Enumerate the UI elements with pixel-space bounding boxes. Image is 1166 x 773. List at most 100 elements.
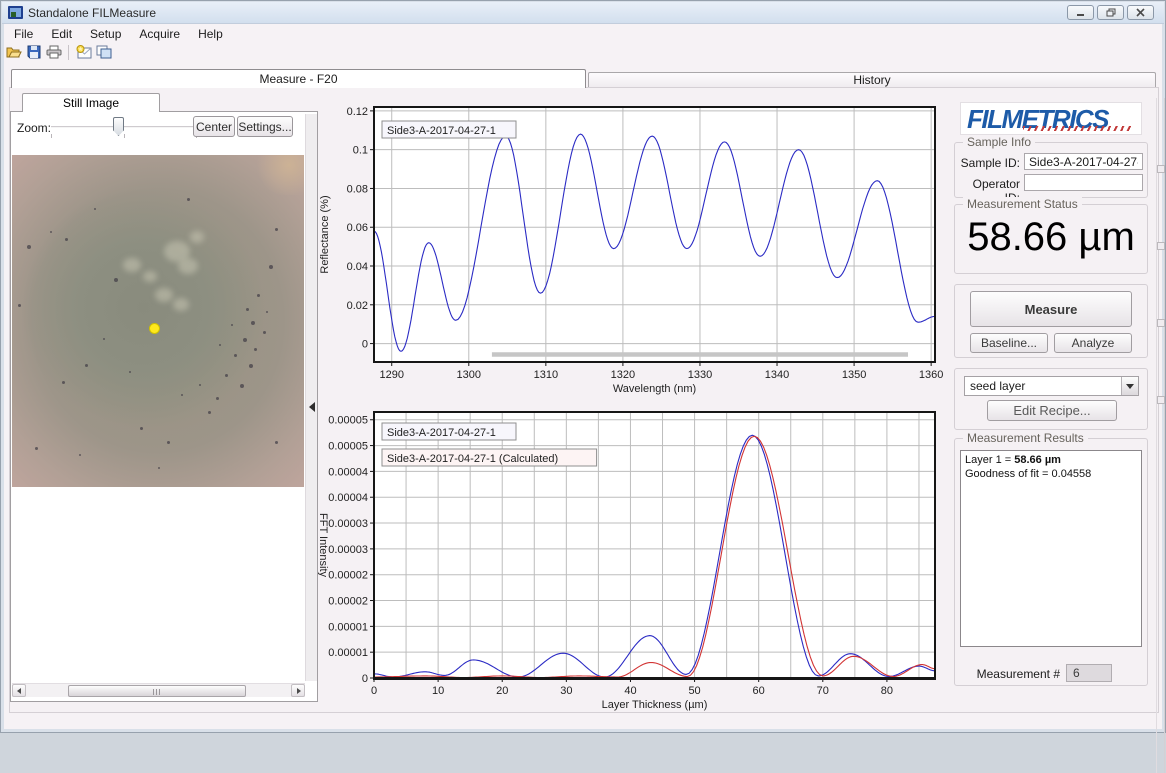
splitter-grip[interactable] [1157,319,1165,327]
tab-still-image[interactable]: Still Image [22,93,160,112]
image-speck [27,245,31,249]
image-speck [114,278,118,282]
sample-id-input[interactable] [1024,153,1143,170]
zoom-slider[interactable] [51,114,197,142]
image-speck [50,231,52,233]
image-speck [275,228,278,231]
image-speck [129,371,131,373]
image-speck [79,454,81,456]
svg-text:80: 80 [881,685,893,697]
svg-text:0.12: 0.12 [347,106,368,118]
svg-text:50: 50 [688,685,700,697]
results-list[interactable]: Layer 1 = 58.66 µm Goodness of fit = 0.0… [960,450,1142,647]
image-speck [234,354,237,357]
open-file-icon[interactable] [5,44,22,60]
svg-text:20: 20 [496,685,508,697]
svg-text:10: 10 [432,685,444,697]
reflectance-chart[interactable]: 129013001310132013301340135013600.120.10… [316,96,948,402]
close-button[interactable] [1127,5,1154,20]
image-speck [275,441,278,444]
svg-text:1330: 1330 [688,369,712,381]
splitter-grip[interactable] [1157,165,1165,173]
image-speck [251,321,255,325]
svg-text:Side3-A-2017-04-27-1 (Calculat: Side3-A-2017-04-27-1 (Calculated) [387,453,558,465]
image-speck [266,311,268,313]
svg-text:0.06: 0.06 [347,222,368,234]
restore-button[interactable] [1097,5,1124,20]
acquire-spectrum-icon[interactable] [75,44,92,60]
svg-text:1310: 1310 [534,369,558,381]
menu-item-acquire[interactable]: Acquire [130,26,189,42]
fft-chart[interactable]: 010203040506070800.000050.000050.000040.… [312,404,948,712]
image-speck [243,338,247,342]
copy-screen-icon[interactable] [95,44,112,60]
right-panel-splitter[interactable] [1156,98,1165,773]
svg-text:60: 60 [753,685,765,697]
zoom-label: Zoom: [17,121,51,135]
zoom-slider-track[interactable] [51,126,197,128]
chevron-down-icon[interactable] [1121,377,1138,395]
restore-icon [1106,8,1116,17]
collapse-left-arrow-icon[interactable] [309,402,315,412]
tab-history[interactable]: History [588,72,1156,87]
image-speck [187,198,190,201]
image-speck [246,308,249,311]
image-speck [167,441,170,444]
camera-image[interactable] [12,155,304,487]
svg-text:0.00005: 0.00005 [328,415,368,427]
svg-text:Layer Thickness (µm): Layer Thickness (µm) [602,699,708,711]
svg-text:FFT Intensity: FFT Intensity [317,513,329,577]
svg-text:0.00002: 0.00002 [328,596,368,608]
center-button[interactable]: Center [193,116,235,137]
image-speck [269,265,273,269]
image-speck [62,381,65,384]
image-speck [94,208,96,210]
menu-item-file[interactable]: File [5,26,42,42]
horizontal-scrollbar[interactable] [12,683,305,697]
print-icon[interactable] [45,44,62,60]
settings-button[interactable]: Settings... [237,116,293,137]
image-speck [181,394,183,396]
svg-text:0.00001: 0.00001 [328,647,368,659]
image-light-blob [190,231,204,242]
zoom-slider-thumb[interactable] [113,117,124,136]
minimize-icon [1076,8,1085,17]
edit-recipe-button[interactable]: Edit Recipe... [987,400,1117,421]
analyze-button[interactable]: Analyze [1054,333,1132,353]
panel-splitter[interactable] [305,114,317,681]
image-speck [231,324,233,326]
scroll-left-arrow-icon[interactable] [12,684,26,697]
svg-text:1320: 1320 [611,369,635,381]
measure-button[interactable]: Measure [970,291,1132,327]
menu-item-edit[interactable]: Edit [42,26,81,42]
svg-text:1290: 1290 [379,369,403,381]
save-icon[interactable] [25,44,42,60]
scrollbar-thumb[interactable] [68,685,246,697]
svg-text:1350: 1350 [842,369,866,381]
svg-text:0: 0 [362,339,368,351]
svg-text:30: 30 [560,685,572,697]
titlebar: Standalone FILMeasure [2,2,1164,24]
svg-text:40: 40 [624,685,636,697]
baseline-button[interactable]: Baseline... [970,333,1048,353]
app-window: Standalone FILMeasure FileEditSetupAcqui… [0,0,1166,733]
splitter-grip[interactable] [1157,242,1165,250]
image-speck [85,364,88,367]
app-icon [8,6,23,19]
tab-measure-f20[interactable]: Measure - F20 [11,69,586,88]
image-light-blob [178,258,198,274]
svg-text:0: 0 [371,685,377,697]
menu-item-setup[interactable]: Setup [81,26,130,42]
recipe-select[interactable]: seed layer [964,376,1139,396]
splitter-grip[interactable] [1157,396,1165,404]
svg-text:70: 70 [817,685,829,697]
menu-item-help[interactable]: Help [189,26,232,42]
image-speck [18,304,21,307]
image-speck [219,344,221,346]
image-speck [225,374,228,377]
scroll-right-arrow-icon[interactable] [291,684,305,697]
operator-id-input[interactable] [1024,174,1143,191]
minimize-button[interactable] [1067,5,1094,20]
still-image-panel: Zoom: Center Settings... [10,111,318,702]
image-light-blob [155,288,173,302]
